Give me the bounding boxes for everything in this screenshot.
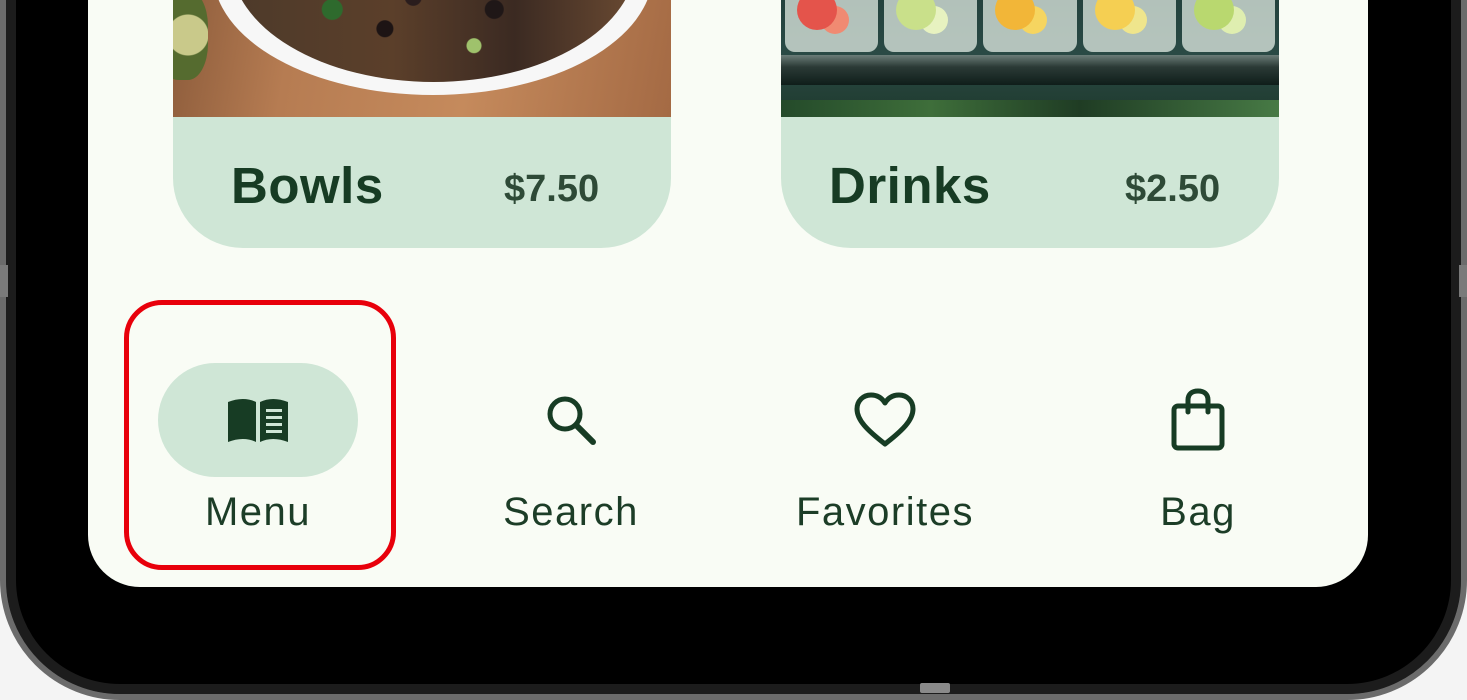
menu-book-icon	[228, 399, 288, 442]
nav-label-menu: Menu	[204, 490, 312, 534]
card-title: Drinks	[829, 157, 991, 214]
side-button-left	[0, 265, 8, 297]
bowl-image	[173, 0, 671, 117]
shelf	[781, 55, 1279, 85]
bottom-navigation: Menu Search Favorites Bag	[88, 358, 1368, 548]
search-icon	[547, 396, 596, 445]
drink-jar	[1181, 0, 1276, 52]
nav-item-menu[interactable]: Menu	[153, 358, 363, 548]
menu-card-bowls[interactable]: Bowls $7.50	[173, 0, 671, 248]
card-price: $7.50	[504, 168, 600, 210]
nav-label-search: Search	[503, 490, 639, 534]
app-screen: Bowls $7.50 Drinks $2.50 Menu Search Fav…	[88, 0, 1368, 587]
card-price: $2.50	[1125, 168, 1221, 210]
drink-jar	[785, 0, 879, 52]
drinks-image	[781, 0, 1279, 117]
bowl-food	[231, 0, 636, 82]
jar-row	[781, 0, 1279, 52]
card-title: Bowls	[231, 157, 384, 214]
side-button-right	[1459, 265, 1467, 297]
greenery	[781, 100, 1279, 117]
heart-icon	[854, 392, 916, 447]
menu-card-drinks[interactable]: Drinks $2.50	[781, 0, 1279, 248]
drink-jar	[983, 0, 1077, 52]
nav-item-bag[interactable]: Bag	[1093, 358, 1303, 548]
nav-item-favorites[interactable]: Favorites	[780, 358, 990, 548]
drink-jar	[1082, 0, 1176, 52]
avocado-slice	[173, 0, 208, 80]
device-bottom-notch	[920, 683, 950, 693]
nav-label-favorites: Favorites	[796, 490, 974, 534]
shopping-bag-icon	[1171, 388, 1225, 451]
nav-label-bag: Bag	[1160, 490, 1236, 534]
drink-jar	[884, 0, 978, 52]
nav-item-search[interactable]: Search	[466, 358, 676, 548]
